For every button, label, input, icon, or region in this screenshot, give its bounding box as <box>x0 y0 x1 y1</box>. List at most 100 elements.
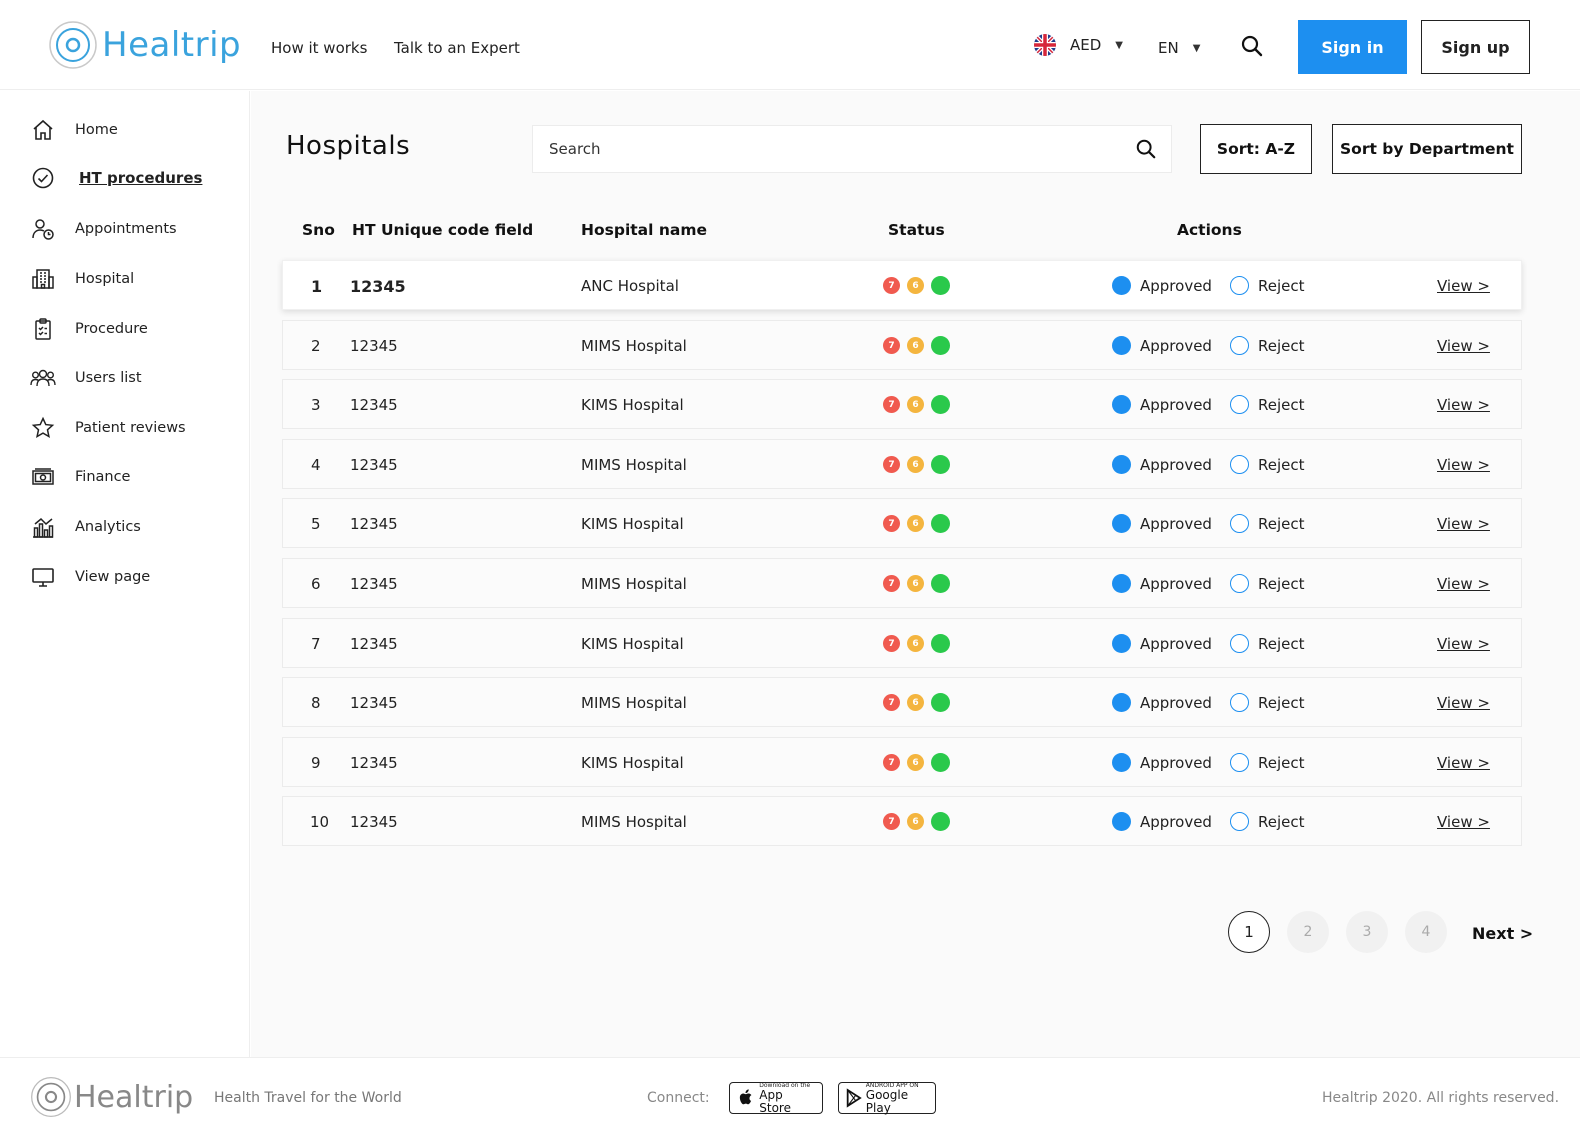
sidebar-item-finance[interactable]: Finance <box>30 462 130 492</box>
row-status: 76 <box>883 634 957 653</box>
view-link[interactable]: View > <box>1437 754 1490 772</box>
sidebar-item-home[interactable]: Home <box>30 115 118 145</box>
approved-label[interactable]: Approved <box>1140 754 1212 772</box>
logo-mark-icon <box>48 20 98 70</box>
reject-radio[interactable] <box>1230 395 1249 414</box>
reject-radio[interactable] <box>1230 276 1249 295</box>
table-row[interactable]: 4 12345 MIMS Hospital 7 6 Approved Reject View … <box>282 439 1522 489</box>
pagination-page-2[interactable]: 2 <box>1287 911 1329 953</box>
reject-label[interactable]: Reject <box>1258 515 1305 533</box>
nav-talk-to-expert[interactable]: Talk to an Expert <box>394 39 520 57</box>
view-link[interactable]: View > <box>1437 456 1490 474</box>
view-link[interactable]: View > <box>1437 515 1490 533</box>
approved-label[interactable]: Approved <box>1140 277 1212 295</box>
sort-az-button[interactable]: Sort: A-Z <box>1200 124 1312 174</box>
sign-in-button[interactable]: Sign in <box>1298 20 1407 74</box>
table-row[interactable]: 9 12345 KIMS Hospital 7 6 Approved Reject View … <box>282 737 1522 787</box>
pagination-page-4[interactable]: 4 <box>1405 911 1447 953</box>
approved-radio[interactable] <box>1112 753 1131 772</box>
table-row[interactable]: 1 12345 ANC Hospital 7 6 Approved Reject View > <box>282 260 1522 310</box>
reject-label[interactable]: Reject <box>1258 813 1305 831</box>
status-yellow-badge: 6 <box>907 277 924 294</box>
pagination-page-1[interactable]: 1 <box>1228 911 1270 953</box>
sidebar-item-patient-reviews[interactable]: Patient reviews <box>30 413 186 443</box>
footer-logo[interactable]: Healtrip <box>30 1076 193 1118</box>
sidebar-item-appointments[interactable]: Appointments <box>30 214 177 244</box>
healtrip-logo[interactable]: Healtrip <box>48 20 241 70</box>
sign-up-button[interactable]: Sign up <box>1421 20 1530 74</box>
approved-label[interactable]: Approved <box>1140 575 1212 593</box>
search-input[interactable] <box>549 140 1119 158</box>
reject-radio[interactable] <box>1230 574 1249 593</box>
approved-radio[interactable] <box>1112 574 1131 593</box>
approved-radio[interactable] <box>1112 514 1131 533</box>
sidebar-item-ht-procedures[interactable]: HT procedures <box>30 163 202 193</box>
reject-label[interactable]: Reject <box>1258 456 1305 474</box>
reject-radio[interactable] <box>1230 514 1249 533</box>
approved-radio[interactable] <box>1112 812 1131 831</box>
nav-how-it-works[interactable]: How it works <box>271 39 367 57</box>
reject-label[interactable]: Reject <box>1258 754 1305 772</box>
pagination-page-3[interactable]: 3 <box>1346 911 1388 953</box>
reject-label[interactable]: Reject <box>1258 277 1305 295</box>
language-selector[interactable]: EN ▼ <box>1158 39 1200 57</box>
approved-radio[interactable] <box>1112 395 1131 414</box>
view-link[interactable]: View > <box>1437 813 1490 831</box>
sidebar-item-view-page[interactable]: View page <box>30 562 150 592</box>
view-link[interactable]: View > <box>1437 635 1490 653</box>
reject-label[interactable]: Reject <box>1258 694 1305 712</box>
reject-radio[interactable] <box>1230 753 1249 772</box>
sidebar-item-procedure[interactable]: Procedure <box>30 314 148 344</box>
column-header-hospital-name[interactable]: Hospital name <box>581 221 707 239</box>
table-row[interactable]: 5 12345 KIMS Hospital 7 6 Approved Reject View … <box>282 498 1522 548</box>
approved-radio[interactable] <box>1112 634 1131 653</box>
sidebar-item-users-list[interactable]: Users list <box>30 363 142 393</box>
approved-radio[interactable] <box>1112 336 1131 355</box>
approved-label[interactable]: Approved <box>1140 694 1212 712</box>
view-link[interactable]: View > <box>1437 396 1490 414</box>
app-store-badge[interactable]: Download on the App Store <box>729 1082 823 1114</box>
view-link[interactable]: View > <box>1437 694 1490 712</box>
reject-radio[interactable] <box>1230 812 1249 831</box>
google-play-badge[interactable]: ANDROID APP ON Google Play <box>838 1082 936 1114</box>
table-row[interactable]: 6 12345 MIMS Hospital 7 6 Approved Reject View … <box>282 558 1522 608</box>
reject-label[interactable]: Reject <box>1258 575 1305 593</box>
pagination-next-link[interactable]: Next > <box>1472 924 1533 943</box>
approved-radio[interactable] <box>1112 455 1131 474</box>
table-row[interactable]: 8 12345 MIMS Hospital 7 6 Approved Reject View … <box>282 677 1522 727</box>
reject-radio[interactable] <box>1230 693 1249 712</box>
status-green-dot <box>931 514 950 533</box>
sidebar-item-analytics[interactable]: Analytics <box>30 512 141 542</box>
approved-label[interactable]: Approved <box>1140 813 1212 831</box>
approved-radio[interactable] <box>1112 276 1131 295</box>
view-link[interactable]: View > <box>1437 337 1490 355</box>
view-link[interactable]: View > <box>1437 277 1490 295</box>
approved-label[interactable]: Approved <box>1140 635 1212 653</box>
reject-radio[interactable] <box>1230 455 1249 474</box>
column-header-status[interactable]: Status <box>888 221 945 239</box>
table-row[interactable]: 7 12345 KIMS Hospital 7 6 Approved Reject View … <box>282 618 1522 668</box>
approved-radio[interactable] <box>1112 693 1131 712</box>
reject-radio[interactable] <box>1230 336 1249 355</box>
header-search-icon[interactable] <box>1240 34 1264 62</box>
row-sno: 10 <box>310 813 330 831</box>
approved-label[interactable]: Approved <box>1140 337 1212 355</box>
table-row[interactable]: 2 12345 MIMS Hospital 7 6 Approved Reject View … <box>282 320 1522 370</box>
approved-label[interactable]: Approved <box>1140 396 1212 414</box>
table-row[interactable]: 10 12345 MIMS Hospital 7 6 Approved Reject View… <box>282 796 1522 846</box>
row-sno: 2 <box>311 337 321 355</box>
column-header-code[interactable]: HT Unique code field <box>352 221 533 239</box>
row-status: 76 <box>883 514 957 533</box>
sidebar-item-hospital[interactable]: Hospital <box>30 264 134 294</box>
sort-by-department-button[interactable]: Sort by Department <box>1332 124 1522 174</box>
table-row[interactable]: 3 12345 KIMS Hospital 7 6 Approved Reject View … <box>282 379 1522 429</box>
reject-label[interactable]: Reject <box>1258 635 1305 653</box>
currency-selector[interactable]: AED ▼ <box>1034 34 1123 56</box>
approved-label[interactable]: Approved <box>1140 456 1212 474</box>
reject-label[interactable]: Reject <box>1258 337 1305 355</box>
reject-radio[interactable] <box>1230 634 1249 653</box>
reject-label[interactable]: Reject <box>1258 396 1305 414</box>
approved-label[interactable]: Approved <box>1140 515 1212 533</box>
search-icon[interactable] <box>1135 138 1157 164</box>
view-link[interactable]: View > <box>1437 575 1490 593</box>
